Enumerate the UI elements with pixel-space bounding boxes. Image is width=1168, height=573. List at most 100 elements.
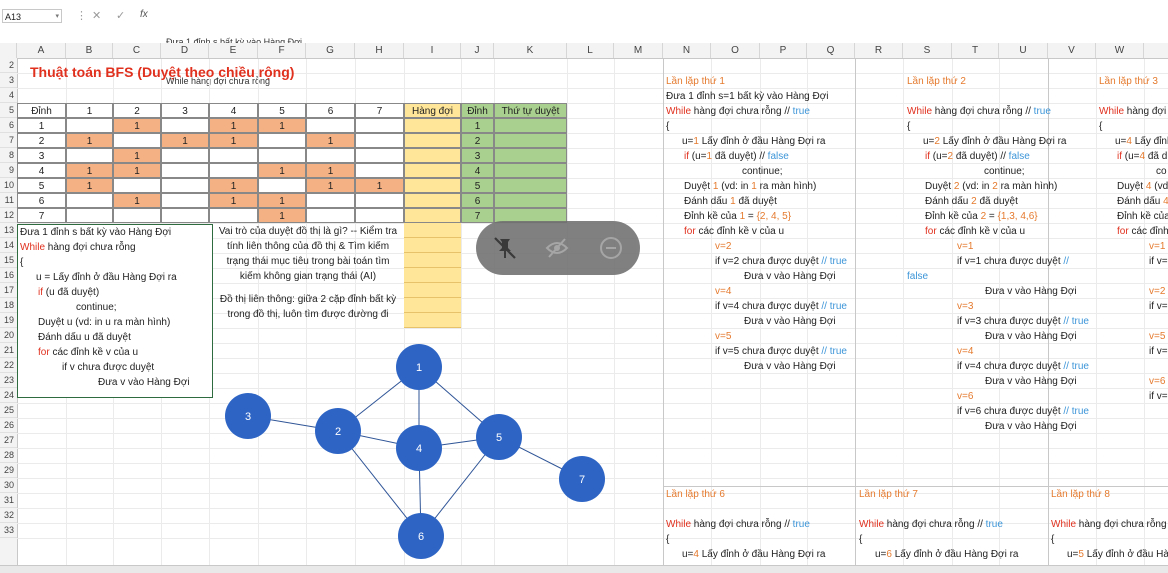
column-header[interactable]: G	[306, 43, 355, 58]
matrix-cell[interactable]	[209, 163, 258, 178]
matrix-cell[interactable]	[66, 118, 113, 133]
matrix-cell[interactable]: 1	[258, 163, 306, 178]
matrix-cell[interactable]	[355, 118, 404, 133]
formula-input[interactable]: Đưa 1 đỉnh s bất kỳ vào Hàng Đợi While h…	[166, 10, 302, 114]
row-header[interactable]: 7	[0, 133, 17, 148]
queue-cell[interactable]	[404, 133, 461, 148]
vertex-cell[interactable]: 2	[461, 133, 494, 148]
name-box[interactable]: A13 ▾	[2, 9, 62, 23]
matrix-cell[interactable]: 1	[113, 148, 161, 163]
matrix-cell[interactable]: 1	[113, 193, 161, 208]
row-header[interactable]: 13	[0, 223, 17, 238]
column-header[interactable]: H	[355, 43, 404, 58]
matrix-cell[interactable]	[66, 193, 113, 208]
column-header[interactable]: Q	[807, 43, 855, 58]
row-header[interactable]: 17	[0, 283, 17, 298]
matrix-row-label[interactable]: 4	[17, 163, 66, 178]
matrix-cell[interactable]	[161, 193, 209, 208]
matrix-cell[interactable]: 1	[66, 163, 113, 178]
vertex-cell[interactable]: 7	[461, 208, 494, 223]
vertex-cell[interactable]: 4	[461, 163, 494, 178]
vertex-cell[interactable]: 6	[461, 193, 494, 208]
matrix-cell[interactable]: 1	[355, 178, 404, 193]
matrix-cell[interactable]: 1	[161, 133, 209, 148]
graph-node[interactable]: 5	[476, 414, 522, 460]
matrix-cell[interactable]	[258, 178, 306, 193]
graph-node[interactable]: 2	[315, 408, 361, 454]
queue-cell[interactable]	[404, 253, 461, 268]
column-header[interactable]: N	[663, 43, 711, 58]
row-header[interactable]: 27	[0, 433, 17, 448]
matrix-cell[interactable]	[161, 178, 209, 193]
matrix-cell[interactable]: 1	[258, 118, 306, 133]
function-icon[interactable]: fx	[140, 9, 148, 20]
matrix-cell[interactable]	[355, 163, 404, 178]
matrix-cell[interactable]	[113, 208, 161, 223]
matrix-row-label[interactable]: 5	[17, 178, 66, 193]
column-header[interactable]: U	[999, 43, 1048, 58]
matrix-header[interactable]: 6	[306, 103, 355, 118]
minus-circle-icon[interactable]	[598, 235, 624, 261]
matrix-cell[interactable]	[355, 193, 404, 208]
matrix-header[interactable]: 3	[161, 103, 209, 118]
column-header[interactable]: T	[952, 43, 999, 58]
column-header[interactable]: K	[494, 43, 567, 58]
row-header[interactable]: 30	[0, 478, 17, 493]
column-header[interactable]: A	[17, 43, 66, 58]
visibility-off-icon[interactable]	[544, 235, 570, 261]
matrix-cell[interactable]: 1	[113, 163, 161, 178]
column-header[interactable]: C	[113, 43, 161, 58]
row-header[interactable]: 18	[0, 298, 17, 313]
row-header[interactable]: 20	[0, 328, 17, 343]
queue-cell[interactable]	[404, 238, 461, 253]
order-cell[interactable]	[494, 148, 567, 163]
row-header[interactable]: 25	[0, 403, 17, 418]
row-header[interactable]: 14	[0, 238, 17, 253]
matrix-header[interactable]: 1	[66, 103, 113, 118]
row-header[interactable]: 22	[0, 358, 17, 373]
order-cell[interactable]	[494, 133, 567, 148]
matrix-cell[interactable]	[209, 208, 258, 223]
matrix-cell[interactable]	[355, 133, 404, 148]
vertex-cell[interactable]: 5	[461, 178, 494, 193]
row-header[interactable]: 28	[0, 448, 17, 463]
column-header[interactable]: E	[209, 43, 258, 58]
chevron-down-icon[interactable]: ▾	[55, 10, 59, 24]
matrix-cell[interactable]: 1	[209, 118, 258, 133]
matrix-cell[interactable]: 1	[209, 133, 258, 148]
column-header[interactable]: R	[855, 43, 903, 58]
row-header[interactable]: 3	[0, 73, 17, 88]
matrix-row-label[interactable]: 2	[17, 133, 66, 148]
graph-node[interactable]: 1	[396, 344, 442, 390]
queue-cell[interactable]	[404, 268, 461, 283]
matrix-cell[interactable]	[113, 178, 161, 193]
matrix-cell[interactable]	[161, 118, 209, 133]
queue-cell[interactable]	[404, 208, 461, 223]
row-header[interactable]: 29	[0, 463, 17, 478]
queue-cell[interactable]	[404, 193, 461, 208]
row-header[interactable]: 12	[0, 208, 17, 223]
pseudocode-box[interactable]: Đưa 1 đỉnh s bất kỳ vào Hàng Đợi While h…	[17, 224, 213, 398]
cancel-icon[interactable]: ✕	[92, 9, 101, 22]
matrix-header[interactable]: 7	[355, 103, 404, 118]
queue-cell[interactable]	[404, 163, 461, 178]
matrix-cell[interactable]	[209, 148, 258, 163]
column-header[interactable]: O	[711, 43, 760, 58]
matrix-corner[interactable]: Đỉnh	[17, 103, 66, 118]
vertex-header[interactable]: Đỉnh	[461, 103, 494, 118]
matrix-row-label[interactable]: 6	[17, 193, 66, 208]
matrix-cell[interactable]	[355, 208, 404, 223]
row-header[interactable]: 11	[0, 193, 17, 208]
matrix-header[interactable]: 5	[258, 103, 306, 118]
matrix-cell[interactable]: 1	[258, 208, 306, 223]
enter-icon[interactable]: ✓	[116, 9, 125, 22]
matrix-cell[interactable]	[161, 208, 209, 223]
column-header[interactable]: M	[614, 43, 663, 58]
row-header[interactable]: 26	[0, 418, 17, 433]
queue-cell[interactable]	[404, 148, 461, 163]
column-header[interactable]: D	[161, 43, 209, 58]
matrix-cell[interactable]: 1	[209, 178, 258, 193]
column-header[interactable]: J	[461, 43, 494, 58]
row-header[interactable]: 23	[0, 373, 17, 388]
graph-node[interactable]: 7	[559, 456, 605, 502]
